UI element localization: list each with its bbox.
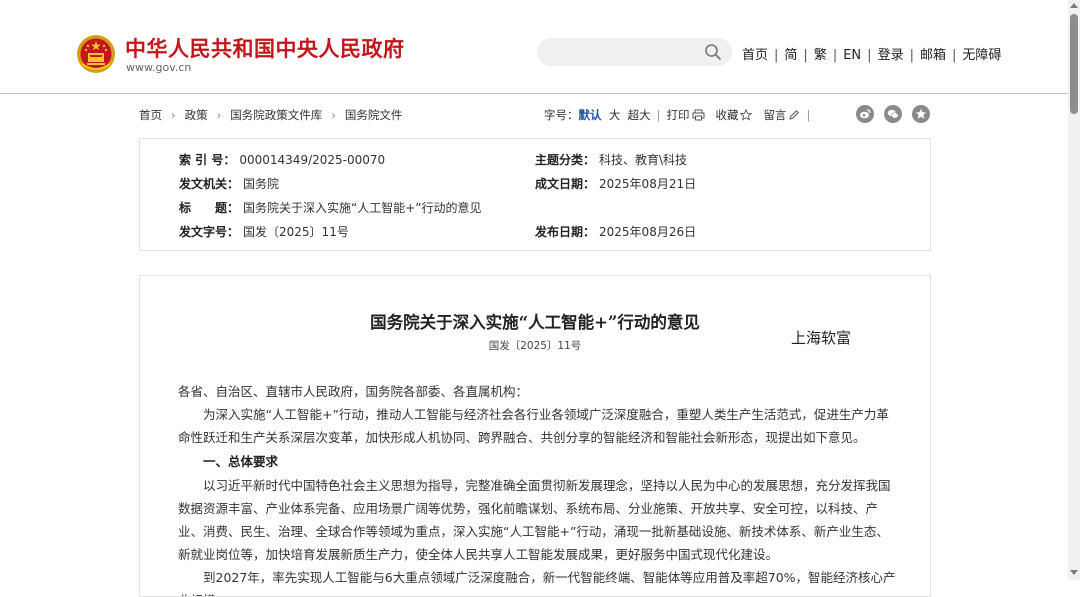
watermark-text: 上海软富	[791, 329, 852, 347]
star-outline-icon	[740, 109, 753, 121]
breadcrumb-policy[interactable]: 政策	[185, 108, 208, 122]
info-issuer-label: 发文机关：	[179, 177, 240, 191]
nav-divider: |	[774, 48, 779, 63]
tools-divider: |	[806, 108, 811, 122]
font-size-default[interactable]: 默认	[579, 108, 602, 122]
printer-icon	[692, 109, 704, 121]
info-title-label: 标 题：	[179, 201, 240, 215]
article-tools: 字号：默认 大 超大 | 打印 收藏 留言 |	[544, 107, 816, 123]
scroll-thumb[interactable]	[1070, 14, 1078, 114]
nav-divider: |	[832, 48, 838, 63]
print-label: 打印	[666, 108, 690, 122]
info-title: 标 题： 国务院关于深入实施“人工智能+”行动的意见	[179, 199, 482, 216]
article-salutation: 各省、自治区、直辖市人民政府，国务院各部委、各直属机构：	[178, 384, 529, 399]
info-published-label: 发布日期：	[535, 225, 596, 239]
national-emblem-icon[interactable]	[76, 34, 116, 74]
star-circle-icon[interactable]	[912, 105, 930, 123]
font-size-label: 字号：	[544, 108, 579, 122]
info-issuer-value: 国务院	[243, 177, 280, 191]
header-divider	[0, 93, 1068, 94]
info-issuer: 发文机关： 国务院	[179, 175, 279, 192]
nav-english[interactable]: EN	[843, 48, 861, 63]
info-published-value: 2025年08月26日	[599, 225, 697, 239]
chevron-right-icon: ›	[331, 108, 336, 122]
nav-divider: |	[909, 48, 914, 63]
pencil-icon	[789, 110, 800, 120]
article-body: 国务院关于深入实施“人工智能+”行动的意见 国发〔2025〕11号 上海软富 各…	[139, 275, 931, 597]
font-size-large[interactable]: 大	[609, 108, 621, 122]
top-nav: 首页 | 简 | 繁 | EN | 登录 | 邮箱 | 无障碍	[742, 44, 1001, 63]
info-category-value: 科技、教育\科技	[599, 153, 688, 167]
vertical-scrollbar[interactable]	[1068, 0, 1080, 580]
chevron-right-icon: ›	[171, 108, 176, 122]
article-paragraph: 以习近平新时代中国特色社会主义思想为指导，完整准确全面贯彻新发展理念，坚持以人民…	[178, 478, 891, 562]
info-index: 索 引 号： 000014349/2025-00070	[179, 151, 385, 168]
info-created: 成文日期： 2025年08月21日	[535, 175, 696, 192]
article-paragraph: 为深入实施“人工智能+”行动，推动人工智能与经济社会各行业各领域广泛深度融合，重…	[178, 407, 889, 445]
info-index-label: 索 引 号：	[179, 153, 236, 167]
comment-label: 留言	[763, 108, 787, 122]
breadcrumb-home[interactable]: 首页	[139, 108, 162, 122]
nav-login[interactable]: 登录	[878, 48, 904, 63]
nav-home[interactable]: 首页	[742, 48, 768, 63]
wechat-icon[interactable]	[884, 105, 902, 123]
section-heading: 一、总体要求	[203, 454, 279, 469]
chevron-right-icon: ›	[216, 108, 222, 122]
breadcrumb-policy-library[interactable]: 国务院政策文件库	[230, 108, 322, 122]
site-title[interactable]: 中华人民共和国中央人民政府	[125, 33, 405, 63]
breadcrumb-state-council-docs[interactable]: 国务院文件	[345, 108, 403, 122]
favorite-label: 收藏	[715, 108, 739, 122]
nav-traditional[interactable]: 繁	[814, 48, 827, 63]
comment-button[interactable]: 留言	[763, 108, 800, 122]
nav-divider: |	[803, 48, 808, 63]
site-header: 中华人民共和国中央人民政府 www.gov.cn 首页 | 简 | 繁 | EN | 登录 | 邮箱…	[0, 0, 1068, 93]
favorite-button[interactable]: 收藏	[715, 108, 753, 122]
nav-mail[interactable]: 邮箱	[920, 48, 946, 63]
info-created-value: 2025年08月21日	[599, 177, 697, 191]
document-info-box: 索 引 号： 000014349/2025-00070 主题分类： 科技、教育\科技…	[139, 138, 931, 251]
search-input[interactable]	[537, 38, 732, 66]
nav-divider: |	[951, 48, 957, 63]
breadcrumb: 首页 › 政策 › 国务院政策文件库 › 国务院文件	[139, 107, 402, 123]
font-size-xlarge[interactable]: 超大	[628, 108, 651, 122]
info-docno: 发文字号： 国发〔2025〕11号	[179, 223, 349, 240]
info-published: 发布日期： 2025年08月26日	[535, 223, 696, 240]
info-title-value: 国务院关于深入实施“人工智能+”行动的意见	[243, 201, 482, 215]
tools-divider: |	[656, 108, 661, 122]
nav-simplified[interactable]: 简	[784, 48, 797, 63]
article-paragraph: 到2027年，率先实现人工智能与6大重点领域广泛深度融合，新一代智能终端、智能体…	[178, 570, 896, 596]
info-docno-label: 发文字号：	[179, 225, 240, 239]
scroll-down-arrow-icon[interactable]	[1070, 570, 1078, 575]
nav-divider: |	[867, 48, 872, 63]
info-docno-value: 国发〔2025〕11号	[243, 225, 349, 239]
site-domain: www.gov.cn	[126, 61, 192, 74]
scroll-up-arrow-icon[interactable]	[1070, 3, 1078, 8]
info-created-label: 成文日期：	[535, 177, 596, 191]
info-index-value: 000014349/2025-00070	[239, 153, 386, 167]
weibo-icon[interactable]	[856, 105, 874, 123]
info-category-label: 主题分类：	[535, 153, 596, 167]
print-button[interactable]: 打印	[667, 108, 705, 122]
search-icon[interactable]	[704, 43, 722, 61]
nav-accessibility[interactable]: 无障碍	[962, 48, 1001, 63]
info-category: 主题分类： 科技、教育\科技	[535, 151, 687, 168]
